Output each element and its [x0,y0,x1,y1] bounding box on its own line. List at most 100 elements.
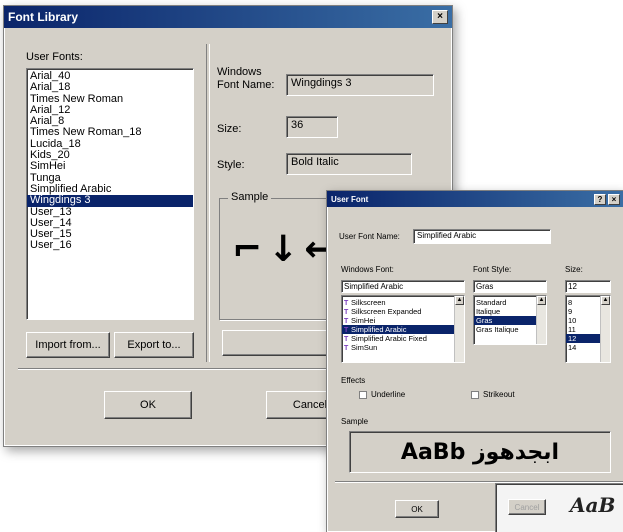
font-style-input[interactable]: Gras [473,280,547,293]
sample-label: Sample [341,417,369,426]
help-icon[interactable]: ? [594,193,606,205]
list-item-label: Standard [476,298,507,307]
sample-preview: ⌐↓← [232,229,341,270]
font-style-list[interactable]: Standard Italique Gras Gras Italique ▲ [473,295,547,345]
list-item-label: Tunga [30,171,61,184]
scroll-up-icon[interactable]: ▲ [601,296,610,305]
list-item-label: 9 [568,307,573,316]
windows-font-name-label-line1: Windows [217,66,262,78]
list-item-label: Simplified Arabic [30,182,112,195]
list-item[interactable]: Gras Italique [474,325,536,334]
effects-label: Effects [341,376,366,385]
size-list[interactable]: 8 9 10 11 12 14 ▲ [565,295,611,363]
list-item-label: 12 [568,334,577,343]
user-fonts-list[interactable]: Arial_40 Arial_18 Times New Roman Arial_12 A… [26,68,194,320]
list-item[interactable]: T Simplified Arabic Fixed [342,334,454,343]
truetype-font-icon: T [344,345,349,352]
size-scrollbar[interactable]: ▲ [600,296,610,362]
list-item-label: Kids_20 [30,149,70,162]
close-icon[interactable]: × [608,193,620,205]
list-item-label: Times New Roman_18 [30,126,142,139]
list-item-label: User_15 [30,228,72,241]
import-from-button[interactable]: Import from... [26,332,110,358]
checkbox-icon[interactable] [471,390,479,399]
checkbox-icon[interactable] [359,390,367,399]
windows-font-scrollbar[interactable]: ▲ [454,296,464,362]
list-item-label: Wingdings 3 [30,194,91,207]
size-label: Size: [565,265,583,274]
font-style-scrollbar[interactable]: ▲ [536,296,546,344]
list-item[interactable]: T Simplified Arabic [342,325,454,334]
style-label: Style: [217,159,245,171]
font-style-label: Font Style: [473,265,512,274]
strikeout-checkbox[interactable]: Strikeout [471,390,515,399]
list-item[interactable]: Gras [474,316,536,325]
preview-text: AaB [570,493,616,517]
list-item-label: Gras Italique [476,325,519,334]
list-item-label: SimSun [351,343,378,352]
style-field: Bold Italic [286,153,412,175]
list-item-label: Arial_40 [30,70,71,82]
list-item-label: Italique [476,307,501,316]
list-item[interactable]: 9 [566,307,600,316]
list-item-label: Silkscreen [351,298,386,307]
user-font-dialog: User Font ? × User Font Name: Simplified… [326,190,623,532]
list-item[interactable]: 10 [566,316,600,325]
list-item-label: Gras [476,316,493,325]
ok-button[interactable]: OK [104,391,192,419]
list-item[interactable]: Standard [474,298,536,307]
scroll-up-icon[interactable]: ▲ [537,296,546,305]
list-item[interactable]: 11 [566,325,600,334]
list-item-label: Lucida_18 [30,137,81,150]
font-library-title: Font Library [8,10,79,24]
sample-label: Sample [228,191,272,203]
list-item-label: SimHei [30,160,66,173]
size-input[interactable]: 12 [565,280,611,293]
list-item-label: Simplified Arabic Fixed [351,334,427,343]
list-item-label: Simplified Arabic [351,325,407,334]
user-font-name-input[interactable]: Simplified Arabic [413,229,551,244]
windows-font-name-field: Wingdings 3 [286,74,434,96]
close-icon[interactable]: × [432,10,448,24]
user-font-titlebar[interactable]: User Font ? × [327,191,623,207]
list-item[interactable]: T SimSun [342,343,454,352]
list-item[interactable]: Italique [474,307,536,316]
list-item[interactable]: T SimHei [342,316,454,325]
list-item-label: 11 [568,325,576,334]
list-item-label: User_13 [30,205,72,218]
sample-text: AaBb ابجدهوز [400,439,560,465]
font-library-titlebar[interactable]: Font Library × [4,6,452,28]
user-font-title: User Font [331,194,369,204]
size-label: Size: [217,123,242,135]
list-item-label: Arial_8 [30,115,65,128]
user-font-name-label: User Font Name: [339,232,400,241]
user-fonts-label: User Fonts: [26,51,83,63]
size-field: 36 [286,116,338,138]
windows-font-list[interactable]: T Silkscreen T Silkscreen Expanded T SimHei T S… [341,295,465,363]
windows-font-label: Windows Font: [341,265,394,274]
list-item-label: User_16 [30,239,72,252]
list-item-label: 10 [568,316,577,325]
list-item-label: Silkscreen Expanded [351,307,422,316]
list-item-label: Arial_18 [30,81,71,94]
list-item[interactable]: 14 [566,343,600,352]
windows-font-input[interactable]: Simplified Arabic [341,280,465,293]
strikeout-label: Strikeout [483,390,515,399]
scroll-up-icon[interactable]: ▲ [455,296,464,305]
underline-label: Underline [371,390,406,399]
list-item[interactable]: 12 [566,334,600,343]
export-to-button[interactable]: Export to... [114,332,194,358]
list-item-label: SimHei [351,316,376,325]
cancel-button[interactable]: Cancel [508,499,546,515]
ok-button[interactable]: OK [395,500,439,518]
underline-checkbox[interactable]: Underline [359,390,405,399]
vertical-divider [206,44,210,362]
inner-preview-panel: Cancel AaB [495,483,623,532]
list-item-label: 14 [568,343,577,352]
list-item-label: Arial_12 [30,103,71,116]
list-item[interactable]: 8 [566,298,600,307]
list-item[interactable]: T Silkscreen Expanded [342,307,454,316]
list-item-label: Times New Roman [30,92,124,105]
list-item[interactable]: User_16 [27,240,193,251]
list-item[interactable]: T Silkscreen [342,298,454,307]
